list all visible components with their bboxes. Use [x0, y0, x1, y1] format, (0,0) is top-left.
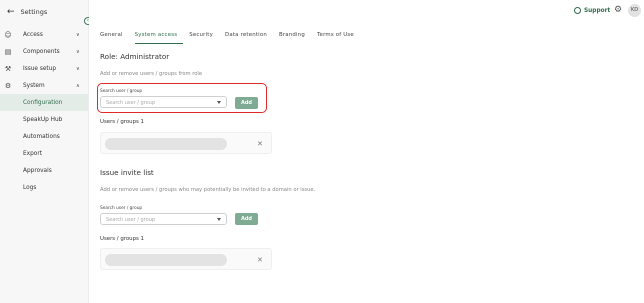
tab-data-retention[interactable]: Data retention — [225, 32, 273, 44]
role-description: Add or remove users / groups from role — [100, 71, 203, 77]
page-title: Settings — [20, 8, 48, 16]
chevron-up-icon: ∧ — [76, 82, 80, 89]
highlight-annotation — [97, 83, 267, 113]
sidebar-header: ← Settings — [7, 6, 47, 18]
sidebar-item-label: Issue setup — [23, 65, 57, 72]
sidebar-item-label: Configuration — [23, 99, 63, 106]
invite-user-card: ✕ — [100, 248, 272, 270]
invite-title: Issue invite list — [100, 168, 154, 177]
tab-security[interactable]: Security — [189, 32, 219, 44]
sidebar-item-label: Automations — [23, 133, 60, 140]
chevron-down-icon: ∨ — [76, 48, 80, 55]
sidebar-item-label: SpeakUp Hub — [23, 116, 63, 123]
close-icon[interactable]: ✕ — [257, 254, 263, 266]
support-label: Support — [584, 7, 611, 14]
caret-down-icon — [217, 218, 221, 221]
tab-system-access[interactable]: System access — [134, 32, 184, 44]
sidebar-item-speakup-hub[interactable]: SpeakUp Hub — [0, 111, 88, 128]
top-bar — [89, 0, 644, 22]
lifebuoy-icon — [574, 7, 581, 14]
sidebar-item-access[interactable]: ☺ Access ∨ — [0, 26, 88, 43]
sidebar-item-approvals[interactable]: Approvals — [0, 162, 88, 179]
sidebar-item-system[interactable]: ⚙ System ∧ — [0, 77, 88, 94]
invite-search-label: Search user / group — [100, 206, 143, 211]
sidebar-item-label: System — [23, 82, 45, 89]
sidebar-item-logs[interactable]: Logs — [0, 179, 88, 196]
role-user-card: ✕ — [100, 132, 272, 154]
tab-branding[interactable]: Branding — [279, 32, 311, 44]
gear-icon: ⚙ — [4, 81, 12, 90]
arrow-left-icon[interactable]: ← — [7, 6, 15, 18]
chevron-down-icon: ∨ — [76, 31, 80, 38]
sidebar-item-label: Export — [23, 150, 42, 157]
chevron-down-icon: ∨ — [76, 65, 80, 72]
avatar[interactable]: KD — [628, 4, 641, 17]
invite-search-placeholder: Search user / group — [106, 217, 156, 223]
sidebar: ← Settings ‹ ☺ Access ∨ ▤ Components ∨ ⚒… — [0, 0, 92, 303]
database-icon: ▤ — [4, 47, 12, 56]
invite-description: Add or remove users / groups who may pot… — [100, 187, 316, 193]
role-users-count: Users / groups 1 — [100, 119, 144, 125]
sidebar-item-export[interactable]: Export — [0, 145, 88, 162]
sidebar-item-configuration[interactable]: Configuration — [0, 94, 88, 111]
sidebar-item-issue-setup[interactable]: ⚒ Issue setup ∨ — [0, 60, 88, 77]
support-button[interactable]: Support — [574, 7, 610, 14]
invite-add-button[interactable]: Add — [235, 213, 258, 225]
sidebar-item-automations[interactable]: Automations — [0, 128, 88, 145]
invite-users-count: Users / groups 1 — [100, 236, 144, 242]
user-chip-placeholder — [105, 254, 227, 266]
main-content: General System access Security Data rete… — [89, 22, 644, 303]
sidebar-item-label: Logs — [23, 184, 37, 191]
user-chip-placeholder — [105, 138, 227, 150]
role-title: Role: Administrator — [100, 52, 170, 61]
tools-icon: ⚒ — [4, 64, 12, 73]
sidebar-item-label: Components — [23, 48, 60, 55]
tab-general[interactable]: General — [100, 32, 129, 44]
tab-bar: General System access Security Data rete… — [100, 32, 366, 44]
tab-terms-of-use[interactable]: Terms of Use — [317, 32, 360, 44]
sidebar-item-label: Approvals — [23, 167, 52, 174]
sidebar-item-label: Access — [23, 31, 43, 38]
close-icon[interactable]: ✕ — [257, 138, 263, 150]
settings-gear-icon[interactable]: ⚙ — [614, 5, 622, 15]
users-icon: ☺ — [4, 30, 12, 39]
invite-search-select[interactable]: Search user / group — [100, 213, 227, 225]
sidebar-item-components[interactable]: ▤ Components ∨ — [0, 43, 88, 60]
sidebar-nav: ☺ Access ∨ ▤ Components ∨ ⚒ Issue setup … — [0, 26, 88, 196]
